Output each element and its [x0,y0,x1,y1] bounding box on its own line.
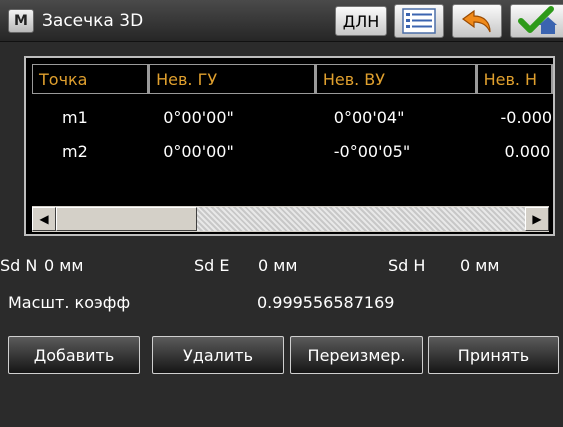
cell-hz: 0°00'00" [163,108,234,127]
add-button[interactable]: Добавить [8,336,140,374]
header-h-residual[interactable]: Нев. Н [476,64,553,94]
scroll-left-arrow-icon: ◀ [39,212,49,226]
cell-v: 0°00'04" [333,108,405,127]
sd-h-value: 0 мм [460,256,500,275]
accept-button[interactable]: Принять [428,336,559,374]
cell-hz: 0°00'00" [163,142,234,161]
menu-icon: M [14,13,28,29]
header-v-residual[interactable]: Нев. ВУ [315,64,477,94]
remeasure-button[interactable]: Переизмер. [290,336,423,374]
header-point[interactable]: Точка [32,64,150,94]
list-button[interactable] [394,4,444,38]
scroll-thumb[interactable] [56,207,197,231]
cell-point: m2 [62,142,88,161]
scroll-right-button[interactable]: ▶ [525,207,549,231]
table-header: Точка Нев. ГУ Нев. ВУ Нев. Н [32,64,553,94]
scroll-track[interactable] [56,207,525,231]
table-row[interactable]: m2 0°00'00" -0°00'05" 0.000 [32,134,553,168]
sd-n-value: 0 мм [44,256,84,275]
cell-v: -0°00'05" [333,142,411,161]
delete-button[interactable]: Удалить [152,336,284,374]
title-bar: M Засечка 3D ДЛН [0,0,563,42]
sd-e-value: 0 мм [258,256,298,275]
scale-factor-label: Масшт. коэфф [8,293,131,312]
residuals-table: Точка Нев. ГУ Нев. ВУ Нев. Н m1 0°00'00"… [24,56,555,236]
scroll-right-arrow-icon: ▶ [532,212,542,226]
undo-arrow-icon [461,9,491,33]
checkmark-icon [518,6,557,34]
sd-n-label: Sd N [0,256,38,275]
cell-h: -0.000 [500,108,553,127]
sd-h-label: Sd H [388,256,426,275]
cell-h: 0.000 [504,142,551,161]
horizontal-scrollbar[interactable]: ◀ ▶ [32,206,549,232]
header-hz-residual[interactable]: Нев. ГУ [149,64,316,94]
scale-factor-value: 0.999556587169 [257,293,395,312]
menu-button[interactable]: M [8,9,34,33]
undo-button[interactable] [452,4,502,38]
sd-e-label: Sd E [194,256,230,275]
scroll-left-button[interactable]: ◀ [32,207,56,231]
dln-button[interactable]: ДЛН [335,6,387,36]
list-icon [402,8,436,34]
cell-point: m1 [62,108,88,127]
window-title: Засечка 3D [42,11,144,31]
table-row[interactable]: m1 0°00'00" 0°00'04" -0.000 [32,100,553,134]
ok-button[interactable] [510,4,563,38]
